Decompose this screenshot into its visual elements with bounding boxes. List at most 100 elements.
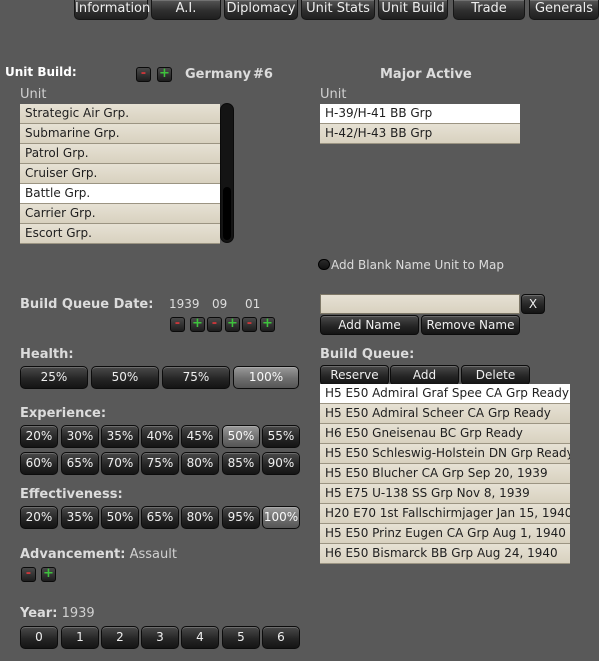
year-5-button[interactable]: 5 [222,626,260,649]
year-minus-button[interactable]: - [170,317,185,332]
health-100-button[interactable]: 100% [233,366,299,389]
table-row[interactable]: H5 E50 Schleswig-Holstein DN Grp Ready [320,444,570,464]
table-row[interactable]: H6 E50 Bismarck BB Grp Aug 24, 1940 [320,544,570,564]
health-label: Health: [20,347,74,362]
reserve-button[interactable]: Reserve [320,365,389,385]
tab-unit-build[interactable]: Unit Build [378,0,448,20]
add-blank-name-checkbox[interactable] [318,259,330,270]
month-minus-button[interactable]: - [207,317,222,332]
list-item[interactable]: Submarine Grp. [20,124,220,144]
build-queue-label: Build Queue: [320,347,415,362]
advancement-plus-button[interactable]: + [41,567,56,582]
add-blank-name-label: Add Blank Name Unit to Map [331,258,504,272]
table-row[interactable]: H5 E75 U-138 SS Grp Nov 8, 1939 [320,484,570,504]
year-row: Year: 1939 [20,606,95,621]
delete-from-queue-button[interactable]: Delete [461,365,530,385]
list-item[interactable]: Strategic Air Grp. [20,104,220,124]
advancement-row: Advancement: Assault [20,547,177,562]
month-plus-button[interactable]: + [225,317,240,332]
table-row[interactable]: H6 E50 Gneisenau BC Grp Ready [320,424,570,444]
tab-ai[interactable]: A.I. [151,0,221,20]
experience-35-button[interactable]: 35% [101,425,139,448]
add-to-queue-button[interactable]: Add [390,365,459,385]
unit-list-header: Unit [320,87,347,102]
day-plus-button[interactable]: + [260,317,275,332]
prev-country-button[interactable]: - [136,67,151,82]
experience-65-button[interactable]: 65% [61,452,99,475]
experience-75-button[interactable]: 75% [141,452,179,475]
country-name: Germany [185,67,251,82]
effectiveness-80-button[interactable]: 80% [181,506,219,529]
effectiveness-50-button[interactable]: 50% [101,506,139,529]
list-item[interactable]: H-39/H-41 BB Grp [320,104,520,124]
effectiveness-label: Effectiveness: [20,487,123,502]
unit-type-list: Strategic Air Grp. Submarine Grp. Patrol… [20,104,220,244]
clear-name-button[interactable]: X [521,294,545,314]
experience-55-button[interactable]: 55% [262,425,300,448]
effectiveness-95-button[interactable]: 95% [222,506,260,529]
experience-90-button[interactable]: 90% [262,452,300,475]
year-6-button[interactable]: 6 [262,626,300,649]
experience-label: Experience: [20,406,107,421]
date-month: 09 [212,297,228,311]
year-1-button[interactable]: 1 [61,626,99,649]
effectiveness-20-button[interactable]: 20% [20,506,58,529]
advancement-label: Advancement: [20,547,126,562]
year-label: Year: [20,606,58,621]
list-item[interactable]: Patrol Grp. [20,144,220,164]
build-queue-date-label: Build Queue Date: [20,297,154,312]
next-country-button[interactable]: + [157,67,172,82]
effectiveness-65-button[interactable]: 65% [141,506,179,529]
date-day: 01 [245,297,261,311]
year-2-button[interactable]: 2 [101,626,139,649]
list-item[interactable]: Escort Grp. [20,224,220,244]
year-0-button[interactable]: 0 [20,626,58,649]
year-4-button[interactable]: 4 [181,626,219,649]
advancement-minus-button[interactable]: - [21,567,36,582]
table-row[interactable]: H5 E50 Admiral Scheer CA Grp Ready [320,404,570,424]
tab-information[interactable]: Information [74,0,150,20]
experience-70-button[interactable]: 70% [101,452,139,475]
list-item[interactable]: Carrier Grp. [20,204,220,224]
unit-list: H-39/H-41 BB Grp H-42/H-43 BB Grp [320,104,520,144]
country-slot: #6 [253,67,273,82]
list-item[interactable]: H-42/H-43 BB Grp [320,124,520,144]
tab-trade[interactable]: Trade [453,0,525,20]
experience-50-button[interactable]: 50% [222,425,260,448]
health-50-button[interactable]: 50% [91,366,159,389]
experience-45-button[interactable]: 45% [181,425,219,448]
effectiveness-100-button[interactable]: 100% [262,506,300,529]
tab-unit-stats[interactable]: Unit Stats [301,0,375,20]
unit-name-input[interactable] [320,294,520,314]
table-row[interactable]: H5 E50 Admiral Graf Spee CA Grp Ready [320,384,570,404]
advancement-value: Assault [129,547,177,562]
health-75-button[interactable]: 75% [162,366,230,389]
year-3-button[interactable]: 3 [141,626,179,649]
experience-85-button[interactable]: 85% [222,452,260,475]
table-row[interactable]: H20 E70 1st Fallschirmjager Jan 15, 1940 [320,504,570,524]
unit-type-list-header: Unit [20,87,47,102]
unit-build-label: Unit Build: [5,65,77,79]
experience-20-button[interactable]: 20% [20,425,58,448]
remove-name-button[interactable]: Remove Name [421,315,520,335]
experience-80-button[interactable]: 80% [181,452,219,475]
table-row[interactable]: H5 E50 Blucher CA Grp Sep 20, 1939 [320,464,570,484]
country-status: Major Active [380,67,472,82]
experience-30-button[interactable]: 30% [61,425,99,448]
list-item[interactable]: Battle Grp. [20,184,220,204]
tab-diplomacy[interactable]: Diplomacy [224,0,298,20]
health-25-button[interactable]: 25% [20,366,88,389]
table-row[interactable]: H5 E50 Prinz Eugen CA Grp Aug 1, 1940 [320,524,570,544]
year-value: 1939 [61,606,95,621]
year-plus-button[interactable]: + [190,317,205,332]
effectiveness-35-button[interactable]: 35% [61,506,99,529]
day-minus-button[interactable]: - [242,317,257,332]
unit-type-scroll-thumb[interactable] [223,187,231,240]
add-name-button[interactable]: Add Name [320,315,419,335]
tab-generals[interactable]: Generals [529,0,599,20]
list-item[interactable]: Cruiser Grp. [20,164,220,184]
experience-40-button[interactable]: 40% [141,425,179,448]
date-year: 1939 [169,297,200,311]
experience-60-button[interactable]: 60% [20,452,58,475]
build-queue-list: H5 E50 Admiral Graf Spee CA Grp Ready H5… [320,384,570,564]
